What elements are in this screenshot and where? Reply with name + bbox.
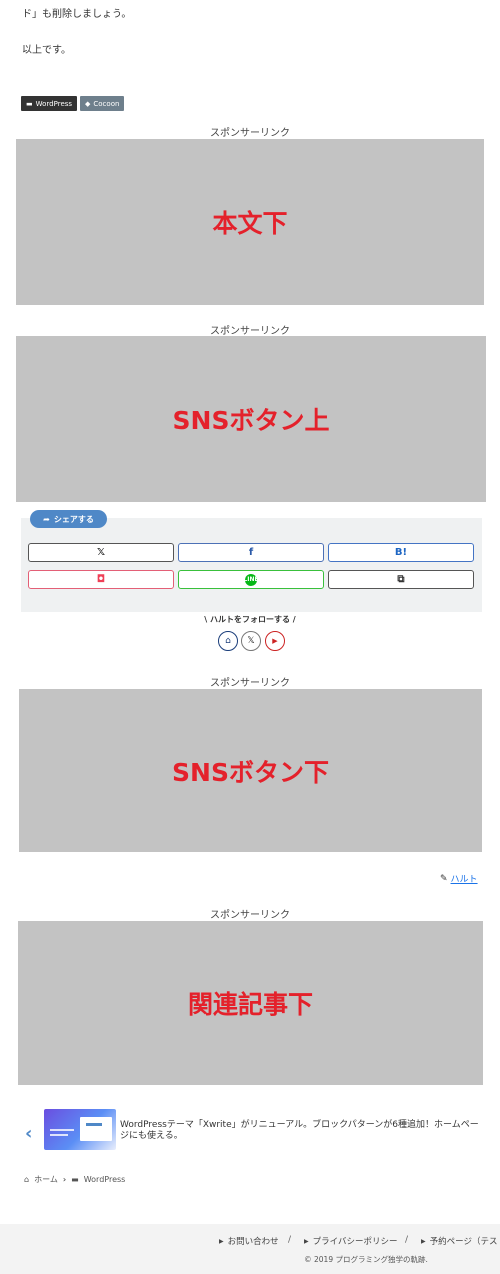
breadcrumb: ⌂ ホーム › ▬ WordPress	[24, 1174, 125, 1185]
tag-cocoon[interactable]: ◆ Cocoon	[80, 96, 125, 111]
share-pocket-button[interactable]: ◘	[28, 570, 174, 589]
sponsor-label: スポンサーリンク	[210, 326, 290, 337]
follow-home-button[interactable]: ⌂	[218, 631, 238, 651]
footer-link-reservation[interactable]: ▶ 予約ページ（テスト	[421, 1235, 500, 1247]
breadcrumb-home[interactable]: ホーム	[34, 1174, 58, 1185]
footer-link-contact[interactable]: ▶ お問い合わせ	[219, 1235, 279, 1247]
prev-post-title[interactable]: WordPressテーマ「Xwrite」がリニューアル。ブロックパターンが6種追…	[120, 1120, 480, 1142]
footer-separator: /	[288, 1235, 292, 1245]
share-caption: ➦ シェアする	[30, 510, 107, 528]
share-line-button[interactable]: LINE	[178, 570, 324, 589]
footer-separator: /	[405, 1235, 409, 1245]
share-caption-label: シェアする	[53, 514, 94, 524]
tag-label: WordPress	[35, 99, 73, 108]
tag-wordpress[interactable]: ▬ WordPress	[21, 96, 78, 111]
follow-caption: \ ハルトをフォローする /	[204, 615, 296, 624]
footer-link-label: 予約ページ（テスト	[429, 1237, 500, 1247]
share-facebook-button[interactable]: f	[178, 543, 324, 562]
pencil-icon: ✎	[440, 873, 448, 884]
prev-post-thumbnail[interactable]	[44, 1109, 116, 1150]
chevron-left-icon[interactable]: ‹	[25, 1123, 32, 1144]
home-icon: ⌂	[225, 636, 231, 646]
ad-above-sns[interactable]: SNSボタン上	[16, 336, 486, 502]
sponsor-label: スポンサーリンク	[210, 910, 290, 921]
x-icon: 𝕏	[96, 547, 106, 558]
copyright: © 2019 プログラミング独学の軌跡.	[304, 1255, 428, 1264]
tag-label: Cocoon	[93, 99, 120, 108]
folder-icon: ▬	[26, 99, 33, 108]
follow-youtube-button[interactable]: ▶	[265, 631, 285, 651]
x-icon: 𝕏	[247, 636, 255, 646]
ad-below-related[interactable]: 関連記事下	[18, 921, 483, 1085]
footer	[0, 1224, 500, 1274]
author-link[interactable]: ✎ ハルト	[440, 872, 478, 886]
share-x-button[interactable]: 𝕏	[28, 543, 174, 562]
article-text-line: ド」も削除しましょう。	[22, 9, 132, 20]
pocket-icon: ◘	[96, 574, 106, 585]
ad-label: SNSボタン下	[172, 757, 329, 787]
sponsor-label: スポンサーリンク	[210, 128, 290, 139]
copy-icon: ⧉	[397, 574, 405, 585]
caret-right-icon: ▶	[421, 1237, 426, 1245]
ad-label: SNSボタン上	[172, 406, 330, 435]
footer-link-privacy[interactable]: ▶ プライバシーポリシー	[304, 1235, 397, 1247]
youtube-icon: ▶	[272, 637, 278, 645]
share-hatena-button[interactable]: B!	[328, 543, 474, 562]
tag-icon: ◆	[85, 99, 91, 108]
facebook-icon: f	[248, 547, 254, 558]
folder-icon: ▬	[71, 1175, 79, 1184]
follow-x-button[interactable]: 𝕏	[241, 631, 261, 651]
breadcrumb-category[interactable]: WordPress	[84, 1175, 126, 1184]
caret-right-icon: ▶	[304, 1237, 309, 1245]
article-closing-text: 以上です。	[22, 45, 71, 56]
footer-link-label: プライバシーポリシー	[312, 1237, 398, 1247]
ad-below-sns[interactable]: SNSボタン下	[19, 689, 482, 852]
share-buttons-area	[21, 518, 482, 612]
author-name: ハルト	[450, 875, 478, 885]
hatena-bookmark-icon: B!	[394, 547, 408, 558]
ad-label: 本文下	[212, 209, 288, 238]
chevron-right-icon: ›	[62, 1175, 67, 1184]
copy-url-button[interactable]: ⧉	[328, 570, 474, 589]
sponsor-label: スポンサーリンク	[210, 678, 290, 689]
footer-link-label: お問い合わせ	[227, 1237, 279, 1247]
caret-right-icon: ▶	[219, 1237, 224, 1245]
ad-below-content[interactable]: 本文下	[16, 139, 484, 305]
share-arrow-icon: ➦	[43, 514, 50, 524]
home-icon: ⌂	[24, 1175, 30, 1184]
line-icon: LINE	[243, 573, 259, 586]
ad-label: 関連記事下	[187, 990, 313, 1019]
